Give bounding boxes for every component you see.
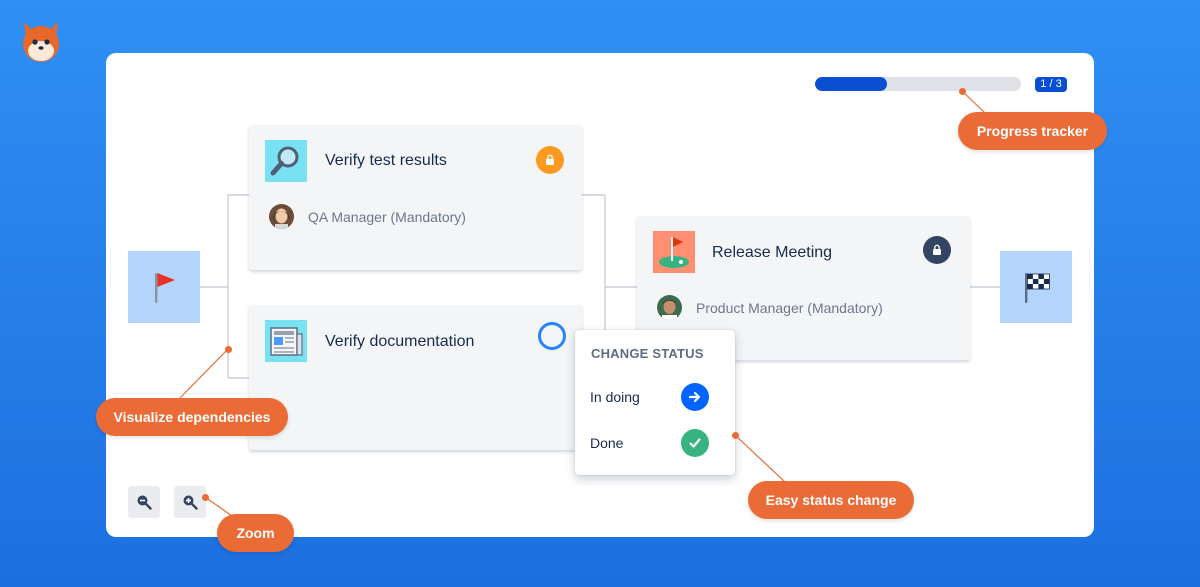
callout-progress-tracker: Progress tracker [958,112,1107,150]
card-title: Verify documentation [325,333,475,350]
callout-dot [959,88,966,95]
fox-logo [18,18,64,64]
avatar [269,204,294,229]
zoom-in-icon [183,495,198,510]
callout-dot [202,494,209,501]
menu-heading: CHANGE STATUS [591,346,704,361]
card-assignee: Product Manager (Mandatory) [657,295,883,320]
callout-dot [225,346,232,353]
checkered-flag-icon [1025,273,1050,303]
zoom-out-button[interactable] [128,486,160,518]
open-status-icon[interactable] [538,322,566,350]
zoom-out-icon [137,495,152,510]
newspaper-icon [265,320,307,362]
checkmark-icon[interactable] [681,429,709,457]
avatar [657,295,682,320]
callout-dot [732,432,739,439]
golf-flag-icon [653,231,695,273]
card-assignee: QA Manager (Mandatory) [269,204,466,229]
menu-item-done[interactable]: Done [575,423,735,463]
lock-status-icon[interactable] [536,146,564,174]
progress-bar-fill [815,77,888,91]
callout-zoom: Zoom [217,514,294,552]
finish-node[interactable] [1000,251,1072,323]
magnifying-glass-icon [265,140,307,182]
red-flag-icon [155,273,175,303]
lock-status-icon[interactable] [923,236,951,264]
card-title: Release Meeting [712,244,833,261]
progress-counter: 1 / 3 [1035,77,1067,92]
start-node[interactable] [128,251,200,323]
assignee-name: Product Manager (Mandatory) [696,299,883,316]
zoom-in-button[interactable] [174,486,206,518]
arrow-right-icon[interactable] [681,383,709,411]
change-status-menu: CHANGE STATUS In doing Done [575,330,735,475]
task-card-verify-test-results[interactable]: Verify test results QA Manager (Mandator… [249,125,582,270]
callout-visualize-dependencies: Visualize dependencies [96,398,288,436]
progress-bar [815,77,1021,91]
callout-easy-status-change: Easy status change [748,481,914,519]
task-card-verify-documentation[interactable]: Verify documentation [249,305,582,450]
menu-item-in-doing[interactable]: In doing [575,377,735,417]
assignee-name: QA Manager (Mandatory) [308,208,466,225]
menu-item-label: In doing [590,389,640,405]
menu-item-label: Done [590,435,624,451]
card-title: Verify test results [325,152,447,169]
